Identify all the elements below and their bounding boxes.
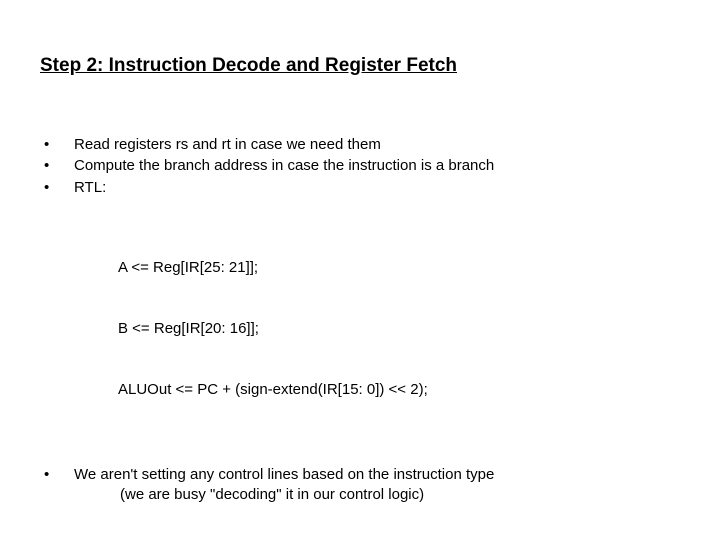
rtl-line: ALUOut <= PC + (sign-extend(IR[15: 0]) <… bbox=[118, 380, 680, 400]
bullet-mark-icon: • bbox=[40, 465, 74, 506]
bullet-mark-icon: • bbox=[40, 135, 74, 155]
rtl-line: A <= Reg[IR[25: 21]]; bbox=[118, 258, 680, 278]
bullet-item: • Read registers rs and rt in case we ne… bbox=[40, 135, 680, 155]
bullet-sub-line: (we are busy "decoding" it in our contro… bbox=[120, 486, 424, 503]
slide-title: Step 2: Instruction Decode and Register … bbox=[40, 55, 680, 77]
bullet-item: • We aren't setting any control lines ba… bbox=[40, 465, 680, 506]
bullet-text: We aren't setting any control lines base… bbox=[74, 465, 680, 506]
bullet-main-line: We aren't setting any control lines base… bbox=[74, 466, 494, 483]
bullet-mark-icon: • bbox=[40, 178, 74, 198]
rtl-code-block: A <= Reg[IR[25: 21]]; B <= Reg[IR[20: 16… bbox=[118, 218, 680, 441]
rtl-line: B <= Reg[IR[20: 16]]; bbox=[118, 319, 680, 339]
bullet-item: • Compute the branch address in case the… bbox=[40, 156, 680, 176]
bullet-text: Read registers rs and rt in case we need… bbox=[74, 135, 680, 155]
slide: Step 2: Instruction Decode and Register … bbox=[0, 0, 720, 505]
bullet-text: RTL: bbox=[74, 178, 680, 198]
spacer bbox=[40, 441, 680, 465]
bullet-text: Compute the branch address in case the i… bbox=[74, 156, 680, 176]
bullet-item: • RTL: bbox=[40, 178, 680, 198]
bullet-mark-icon: • bbox=[40, 156, 74, 176]
